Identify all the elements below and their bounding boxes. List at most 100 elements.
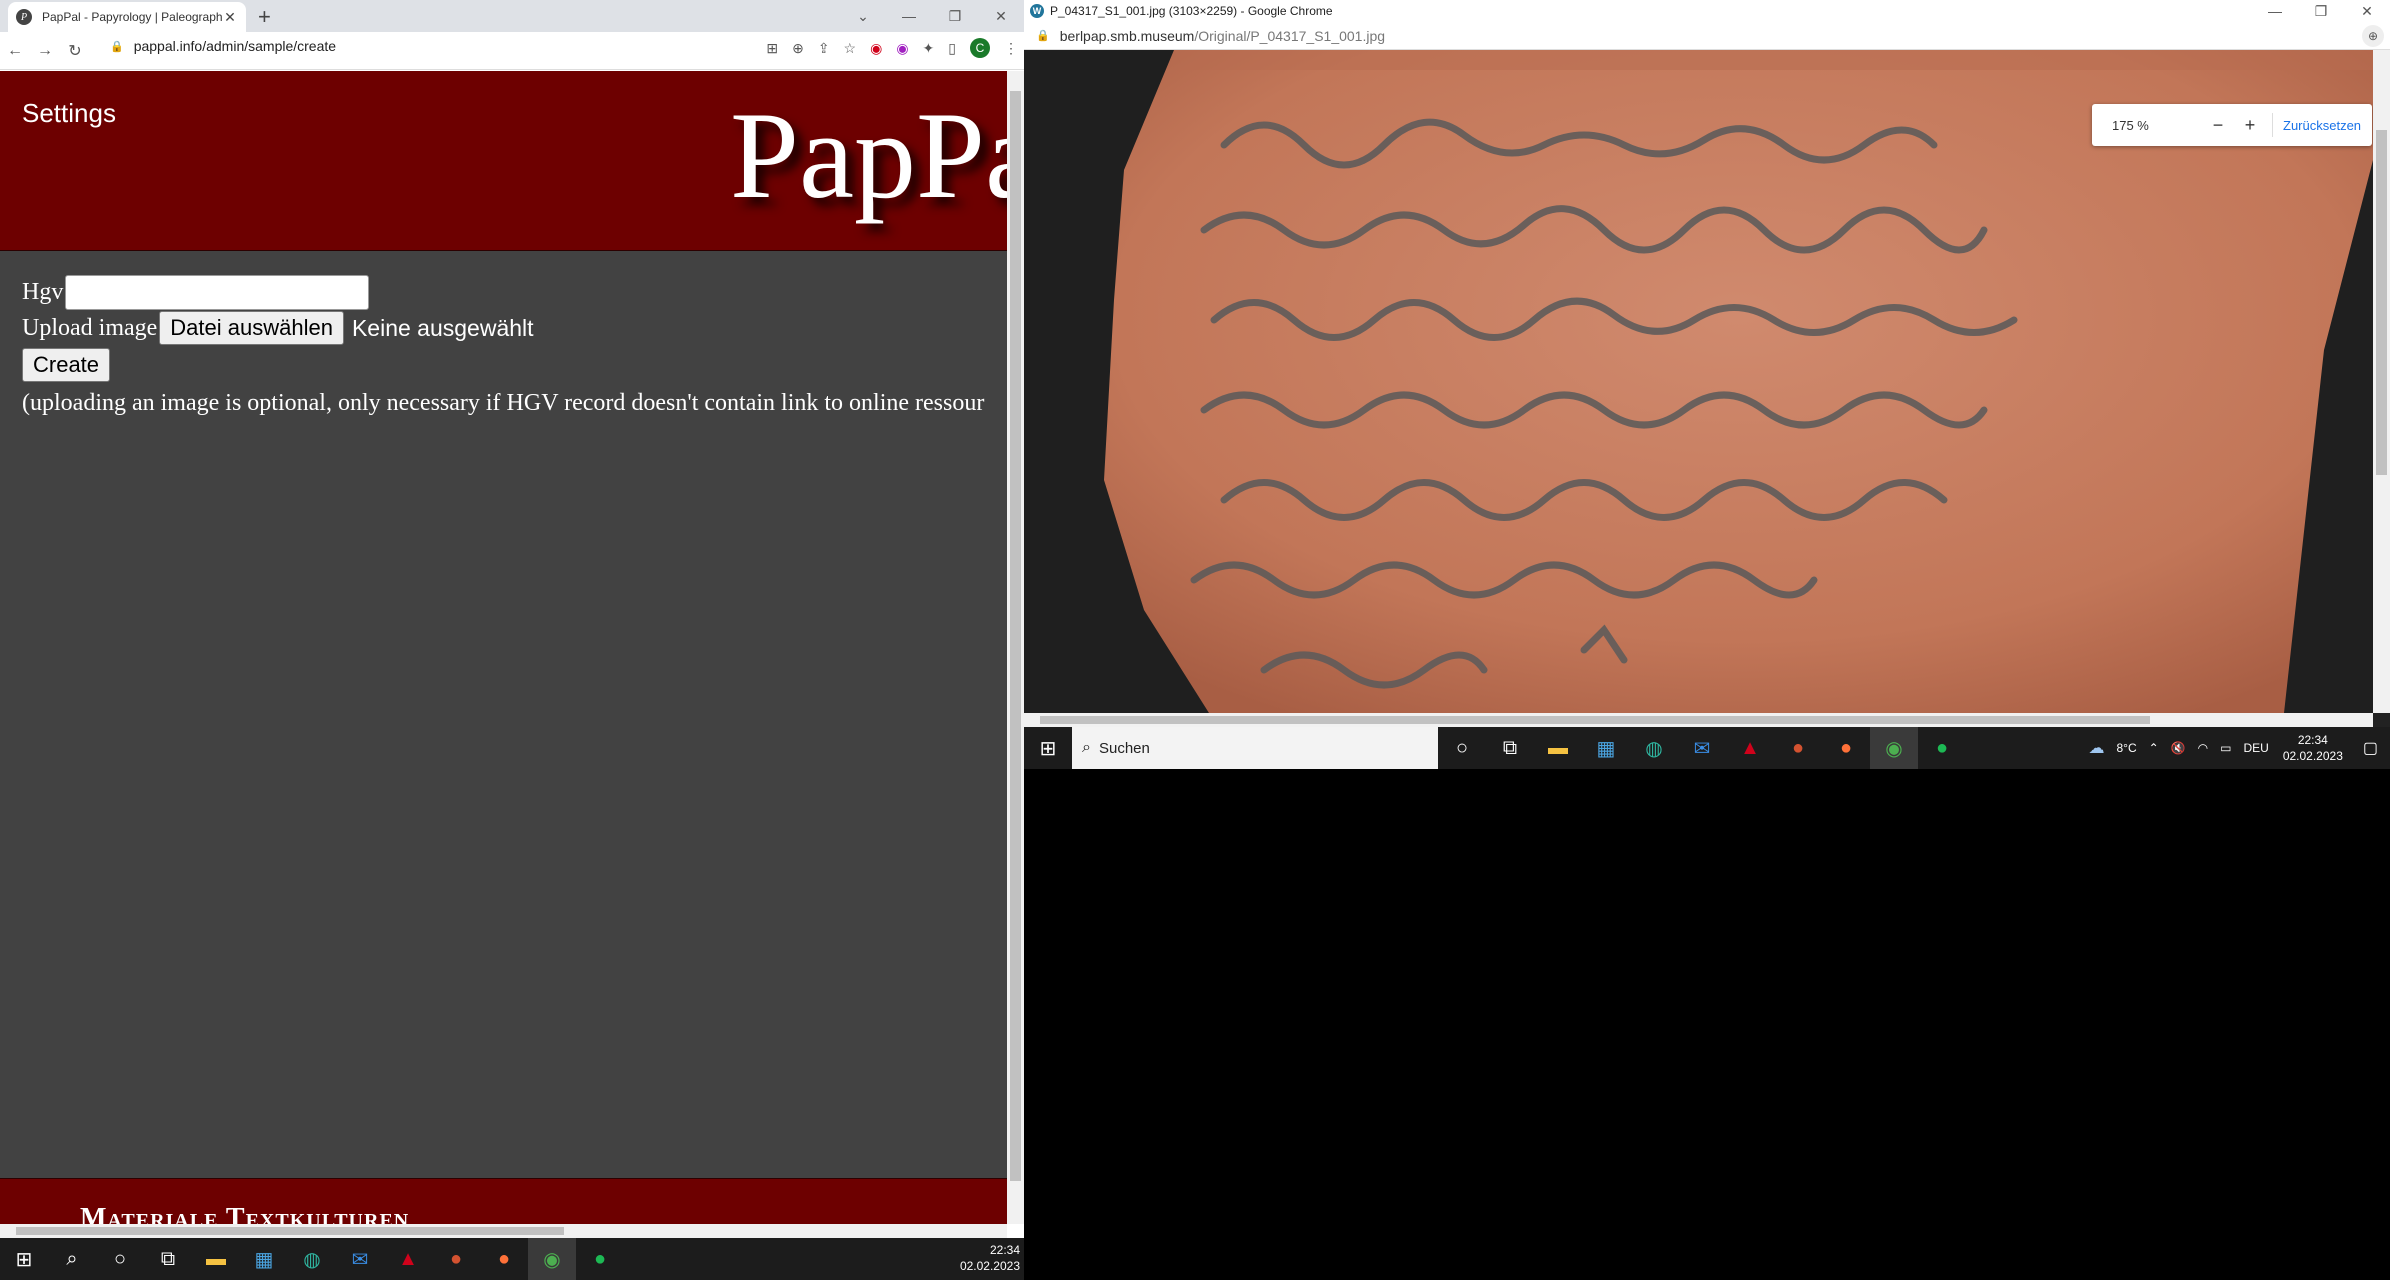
url-path: /Original/P_04317_S1_001.jpg — [1194, 27, 1386, 44]
cortana-icon[interactable]: ○ — [1438, 727, 1486, 769]
task-view-icon[interactable]: ⧉ — [144, 1238, 192, 1280]
spotify-icon[interactable]: ● — [576, 1238, 624, 1280]
zoom-out-button[interactable]: − — [2202, 115, 2234, 136]
taskbar-right: ⊞ ⌕ Suchen ○ ⧉ ▬ ▦ ◍ ✉ ▲ ● ● ◉ ● ☁ 8°C ⌃… — [1024, 727, 2390, 769]
scrollbar-thumb[interactable] — [1010, 91, 1021, 1181]
new-tab-icon[interactable]: + — [258, 4, 271, 30]
store-icon[interactable]: ▦ — [240, 1238, 288, 1280]
image-horizontal-scrollbar[interactable] — [1024, 713, 2373, 727]
right-browser-window: W P_04317_S1_001.jpg (3103×2259) - Googl… — [1024, 0, 2390, 727]
edge-icon[interactable]: ◍ — [288, 1238, 336, 1280]
image-vertical-scrollbar[interactable] — [2373, 50, 2390, 713]
url-domain: berlpap.smb.museum — [1059, 27, 1195, 44]
site-header: Settings PapPal — [0, 71, 1007, 251]
powerpoint-icon[interactable]: ● — [1774, 727, 1822, 769]
taskbar-search-placeholder: Suchen — [1098, 739, 1150, 757]
close-window-icon[interactable]: ✕ — [978, 0, 1024, 32]
ostracon-image — [1024, 50, 2373, 713]
scrollbar-thumb[interactable] — [2376, 130, 2387, 475]
address-bar[interactable]: 🔒 berlpap.smb.museum /Original/P_04317_S… — [1024, 22, 2390, 50]
site-logo[interactable]: PapPal — [730, 85, 1007, 227]
clock-time: 22:34 — [2297, 733, 2328, 747]
share-icon[interactable]: ⇪ — [818, 40, 830, 57]
window-title-bar: W P_04317_S1_001.jpg (3103×2259) - Googl… — [1024, 0, 2390, 22]
file-explorer-icon[interactable]: ▬ — [192, 1238, 240, 1280]
firefox-icon[interactable]: ● — [1822, 727, 1870, 769]
windows-start-icon[interactable]: ⊞ — [0, 1238, 48, 1280]
image-viewport[interactable]: 175 % − + Zurücksetzen — [1024, 50, 2373, 713]
zoom-indicator-icon[interactable]: ⊕ — [2362, 25, 2384, 47]
menu-kebab-icon[interactable]: ⋮ — [1004, 40, 1018, 57]
hgv-input[interactable] — [65, 274, 370, 310]
weather-temp[interactable]: 8°C — [2116, 741, 2136, 755]
profile-avatar[interactable]: C — [970, 38, 990, 58]
create-button[interactable]: Create — [22, 348, 111, 382]
restore-icon[interactable]: ❐ — [932, 0, 978, 32]
choose-file-button[interactable]: Datei auswählen — [159, 311, 344, 345]
system-tray: ☁ 8°C ⌃ 🔇 ◠ ▭ DEU 22:34 02.02.2023 ▢ — [2082, 727, 2390, 769]
upload-note: (uploading an image is optional, only ne… — [22, 390, 985, 416]
cortana-icon[interactable]: ○ — [96, 1238, 144, 1280]
mail-icon[interactable]: ✉ — [1678, 727, 1726, 769]
tray-chevron-icon[interactable]: ⌃ — [2149, 741, 2159, 755]
store-icon[interactable]: ▦ — [1582, 727, 1630, 769]
zoom-icon[interactable]: ⊕ — [792, 40, 804, 57]
zoom-reset-button[interactable]: Zurücksetzen — [2283, 118, 2361, 133]
acrobat-icon[interactable]: ▲ — [384, 1238, 432, 1280]
clock-date: 02.02.2023 — [959, 1259, 1020, 1273]
toolbar-icons: ⊞ ⊕ ⇪ ☆ ◉ ◉ ✦ ▯ C ⋮ — [766, 38, 1018, 58]
page-vertical-scrollbar[interactable] — [1007, 71, 1024, 1224]
language-indicator[interactable]: DEU — [2243, 741, 2268, 755]
windows-start-icon[interactable]: ⊞ — [1024, 727, 1072, 769]
lock-icon: 🔒 — [1036, 30, 1050, 42]
tab-strip: P PapPal - Papyrology | Paleograph ✕ + ⌄… — [0, 0, 1024, 32]
tab-search-icon[interactable]: ⌄ — [840, 0, 886, 32]
wifi-icon[interactable]: ◠ — [2198, 741, 2208, 755]
extension-purple-icon[interactable]: ◉ — [896, 40, 908, 57]
page-horizontal-scrollbar[interactable] — [0, 1224, 1007, 1238]
chrome-icon[interactable]: ◉ — [1870, 727, 1918, 769]
scrollbar-thumb[interactable] — [1040, 716, 2150, 724]
taskbar-clock[interactable]: 22:34 02.02.2023 — [2283, 732, 2343, 764]
weather-cloud-icon[interactable]: ☁ — [2088, 738, 2104, 758]
clock-time: 22:34 — [989, 1243, 1020, 1257]
tab-pappal[interactable]: P PapPal - Papyrology | Paleograph ✕ — [8, 2, 246, 32]
chrome-icon[interactable]: ◉ — [528, 1238, 576, 1280]
scrollbar-thumb[interactable] — [16, 1227, 564, 1235]
spotify-icon[interactable]: ● — [1918, 727, 1966, 769]
search-icon[interactable]: ⌕ — [48, 1238, 96, 1280]
translate-icon[interactable]: ⊞ — [766, 40, 778, 57]
taskbar-clock[interactable]: 22:34 02.02.2023 — [960, 1242, 1020, 1274]
battery-icon[interactable]: ▭ — [2220, 741, 2231, 755]
wordpress-favicon-icon: W — [1030, 4, 1044, 18]
minimize-icon[interactable]: — — [886, 0, 932, 32]
extension-red-icon[interactable]: ◉ — [870, 40, 882, 57]
close-tab-icon[interactable]: ✕ — [222, 9, 238, 26]
task-view-icon[interactable]: ⧉ — [1486, 727, 1534, 769]
reload-icon[interactable]: ↻ — [60, 41, 90, 61]
taskbar-apps: ○ ⧉ ▬ ▦ ◍ ✉ ▲ ● ● ◉ ● — [1438, 727, 1966, 769]
window-controls: ⌄ — ❐ ✕ — [840, 0, 1024, 32]
side-panel-icon[interactable]: ▯ — [948, 40, 956, 57]
settings-link[interactable]: Settings — [22, 98, 116, 129]
file-explorer-icon[interactable]: ▬ — [1534, 727, 1582, 769]
zoom-in-button[interactable]: + — [2234, 115, 2266, 136]
volume-muted-icon[interactable]: 🔇 — [2171, 741, 2186, 755]
notifications-icon[interactable]: ▢ — [2363, 738, 2378, 758]
hgv-label: Hgv — [22, 278, 64, 305]
taskbar-search-box[interactable]: ⌕ Suchen — [1072, 727, 1438, 769]
zoom-popup: 175 % − + Zurücksetzen — [2092, 104, 2372, 146]
powerpoint-icon[interactable]: ● — [432, 1238, 480, 1280]
extensions-puzzle-icon[interactable]: ✦ — [923, 40, 935, 57]
taskbar-left: ⊞ ⌕ ○ ⧉ ▬ ▦ ◍ ✉ ▲ ● ● ◉ ● 22:34 02.02.20… — [0, 1238, 1024, 1280]
acrobat-icon[interactable]: ▲ — [1726, 727, 1774, 769]
tab-title: PapPal - Papyrology | Paleograph — [42, 10, 222, 24]
edge-icon[interactable]: ◍ — [1630, 727, 1678, 769]
firefox-icon[interactable]: ● — [480, 1238, 528, 1280]
create-sample-form: Hgv Upload image Datei auswählen Keine a… — [22, 274, 984, 417]
back-icon[interactable]: ← — [0, 42, 30, 60]
mail-icon[interactable]: ✉ — [336, 1238, 384, 1280]
address-bar[interactable]: 🔒 pappal.info/admin/sample/create — [110, 38, 336, 54]
bookmark-star-icon[interactable]: ☆ — [844, 40, 857, 57]
forward-icon[interactable]: → — [30, 42, 60, 60]
